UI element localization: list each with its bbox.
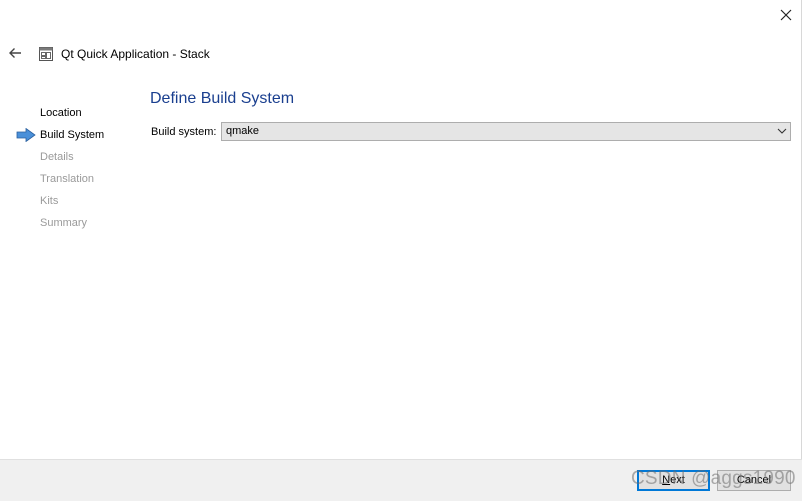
- step-label: Details: [40, 151, 74, 163]
- footer-bar: Next Cancel: [0, 459, 802, 501]
- cancel-button[interactable]: Cancel: [717, 470, 791, 491]
- back-button[interactable]: [4, 41, 26, 65]
- wizard-steps: Location Build System Details Translatio…: [0, 104, 140, 236]
- close-icon: [780, 9, 792, 21]
- step-translation: Translation: [0, 170, 140, 192]
- step-build-system: Build System: [0, 126, 140, 148]
- next-mnemonic: N: [662, 474, 671, 486]
- step-summary: Summary: [0, 214, 140, 236]
- close-button[interactable]: [770, 0, 802, 30]
- build-system-label: Build system:: [151, 126, 217, 138]
- build-system-value: qmake: [226, 125, 260, 137]
- back-arrow-icon: [9, 48, 21, 58]
- chevron-down-icon: [777, 128, 787, 134]
- step-label: Summary: [40, 217, 88, 229]
- step-label: Location: [40, 107, 82, 119]
- step-label: Translation: [40, 173, 95, 185]
- step-label: Kits: [40, 195, 59, 207]
- step-kits: Kits: [0, 192, 140, 214]
- next-button[interactable]: Next: [637, 470, 710, 491]
- step-label: Build System: [40, 129, 105, 141]
- wizard-window: Qt Quick Application - Stack Location Bu…: [0, 0, 802, 501]
- step-details: Details: [0, 148, 140, 170]
- right-arrow-icon: [16, 128, 36, 142]
- page-title: Define Build System: [150, 90, 295, 107]
- build-system-select[interactable]: qmake: [221, 122, 791, 141]
- qt-creator-wizard-icon: [39, 47, 53, 61]
- window-title: Qt Quick Application - Stack: [61, 47, 210, 61]
- step-location: Location: [0, 104, 140, 126]
- next-label-rest: ext: [670, 474, 685, 486]
